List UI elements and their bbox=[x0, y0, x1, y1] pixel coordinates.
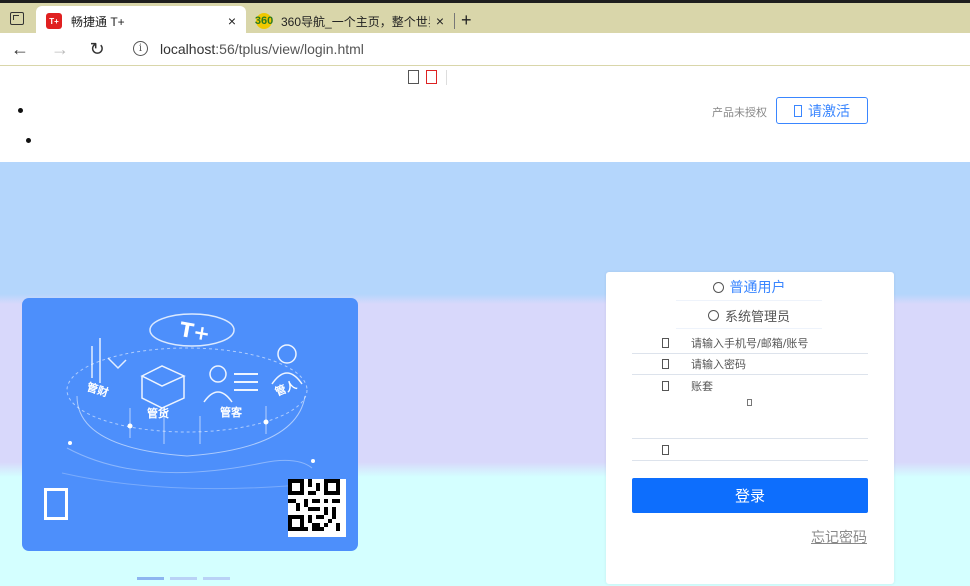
360-favicon-icon: 360 bbox=[254, 13, 274, 29]
qr-code-icon bbox=[288, 479, 340, 531]
unlicensed-text: 产品未授权 bbox=[712, 107, 767, 119]
list-bullet bbox=[26, 138, 31, 143]
activate-button[interactable]: 请激活 bbox=[776, 97, 868, 124]
tab-tplus[interactable]: T+ 畅捷通 T+ × bbox=[36, 6, 246, 36]
url-field[interactable]: localhost:56/tplus/view/login.html bbox=[160, 41, 364, 57]
url-host: localhost bbox=[160, 41, 216, 57]
field-icon bbox=[662, 445, 669, 455]
new-tab-icon[interactable]: + bbox=[461, 11, 472, 29]
page-header: 产品未授权 请激活 bbox=[0, 66, 970, 162]
brand-logo-icon bbox=[44, 488, 68, 520]
close-tab-icon[interactable]: × bbox=[228, 13, 236, 29]
tab-title: 360导航_一个主页，整个世界 bbox=[281, 14, 430, 29]
close-tab-icon[interactable]: × bbox=[436, 13, 444, 29]
username-input[interactable] bbox=[691, 336, 861, 350]
tab-360[interactable]: 360 360导航_一个主页，整个世界 × bbox=[246, 6, 454, 36]
user-icon bbox=[662, 338, 669, 348]
login-form: 普通用户 系统管理员 账套 登录 忘记密码 bbox=[606, 272, 894, 584]
password-row bbox=[632, 354, 868, 375]
reload-icon[interactable]: ↻ bbox=[86, 38, 108, 60]
site-info-icon[interactable]: i bbox=[133, 41, 148, 56]
role-system-admin[interactable]: 系统管理员 bbox=[676, 306, 822, 325]
placeholder-glyph-icon bbox=[408, 70, 419, 84]
promo-card: T+ 管财 管货 管客 管人 bbox=[22, 298, 358, 551]
carousel-dot-2[interactable] bbox=[170, 577, 197, 580]
qr-code bbox=[288, 479, 346, 537]
account-set-select[interactable] bbox=[632, 418, 868, 439]
placeholder-glyph-icon bbox=[747, 399, 752, 406]
login-button[interactable]: 登录 bbox=[632, 478, 868, 513]
activate-label: 请激活 bbox=[808, 103, 850, 120]
back-icon[interactable]: ← bbox=[9, 38, 31, 60]
carousel-dot-3[interactable] bbox=[203, 577, 230, 580]
divider bbox=[676, 300, 822, 301]
radio-icon bbox=[707, 310, 719, 321]
carousel-dot-1[interactable] bbox=[137, 577, 164, 580]
account-set-icon bbox=[662, 380, 669, 391]
account-set-label: 账套 bbox=[691, 379, 713, 393]
extra-field-row[interactable] bbox=[632, 440, 868, 461]
radio-icon bbox=[712, 281, 724, 293]
role-normal-user[interactable]: 普通用户 bbox=[676, 277, 822, 297]
promo-label-people: 管人 bbox=[273, 377, 300, 399]
role-normal-label: 普通用户 bbox=[729, 280, 786, 296]
password-input[interactable] bbox=[691, 357, 861, 371]
browser-tab-bar: T+ 畅捷通 T+ × 360 360导航_一个主页，整个世界 × + bbox=[0, 0, 970, 36]
lock-icon bbox=[662, 359, 669, 369]
account-set-row[interactable]: 账套 bbox=[632, 375, 868, 396]
role-admin-label: 系统管理员 bbox=[724, 310, 790, 325]
header-divider bbox=[446, 70, 447, 85]
activate-icon bbox=[794, 104, 802, 117]
address-bar: ← → ↻ i localhost:56/tplus/view/login.ht… bbox=[0, 33, 970, 66]
promo-label-finance: 管财 bbox=[85, 380, 110, 400]
tab-actions-icon[interactable] bbox=[10, 12, 24, 25]
promo-label-customers: 管客 bbox=[220, 405, 243, 419]
tab-separator bbox=[454, 13, 455, 29]
promo-label-goods: 管货 bbox=[147, 406, 169, 420]
promo-brand: T+ bbox=[178, 317, 212, 346]
divider bbox=[676, 328, 822, 329]
url-path: :56/tplus/view/login.html bbox=[215, 41, 364, 57]
placeholder-glyph-icon bbox=[426, 70, 437, 84]
forgot-password-link[interactable]: 忘记密码 bbox=[811, 527, 867, 547]
tab-title: 畅捷通 T+ bbox=[71, 14, 125, 29]
forward-icon[interactable]: → bbox=[49, 38, 71, 60]
list-bullet bbox=[18, 108, 23, 113]
username-row bbox=[632, 333, 868, 354]
tplus-favicon-icon: T+ bbox=[46, 13, 62, 29]
